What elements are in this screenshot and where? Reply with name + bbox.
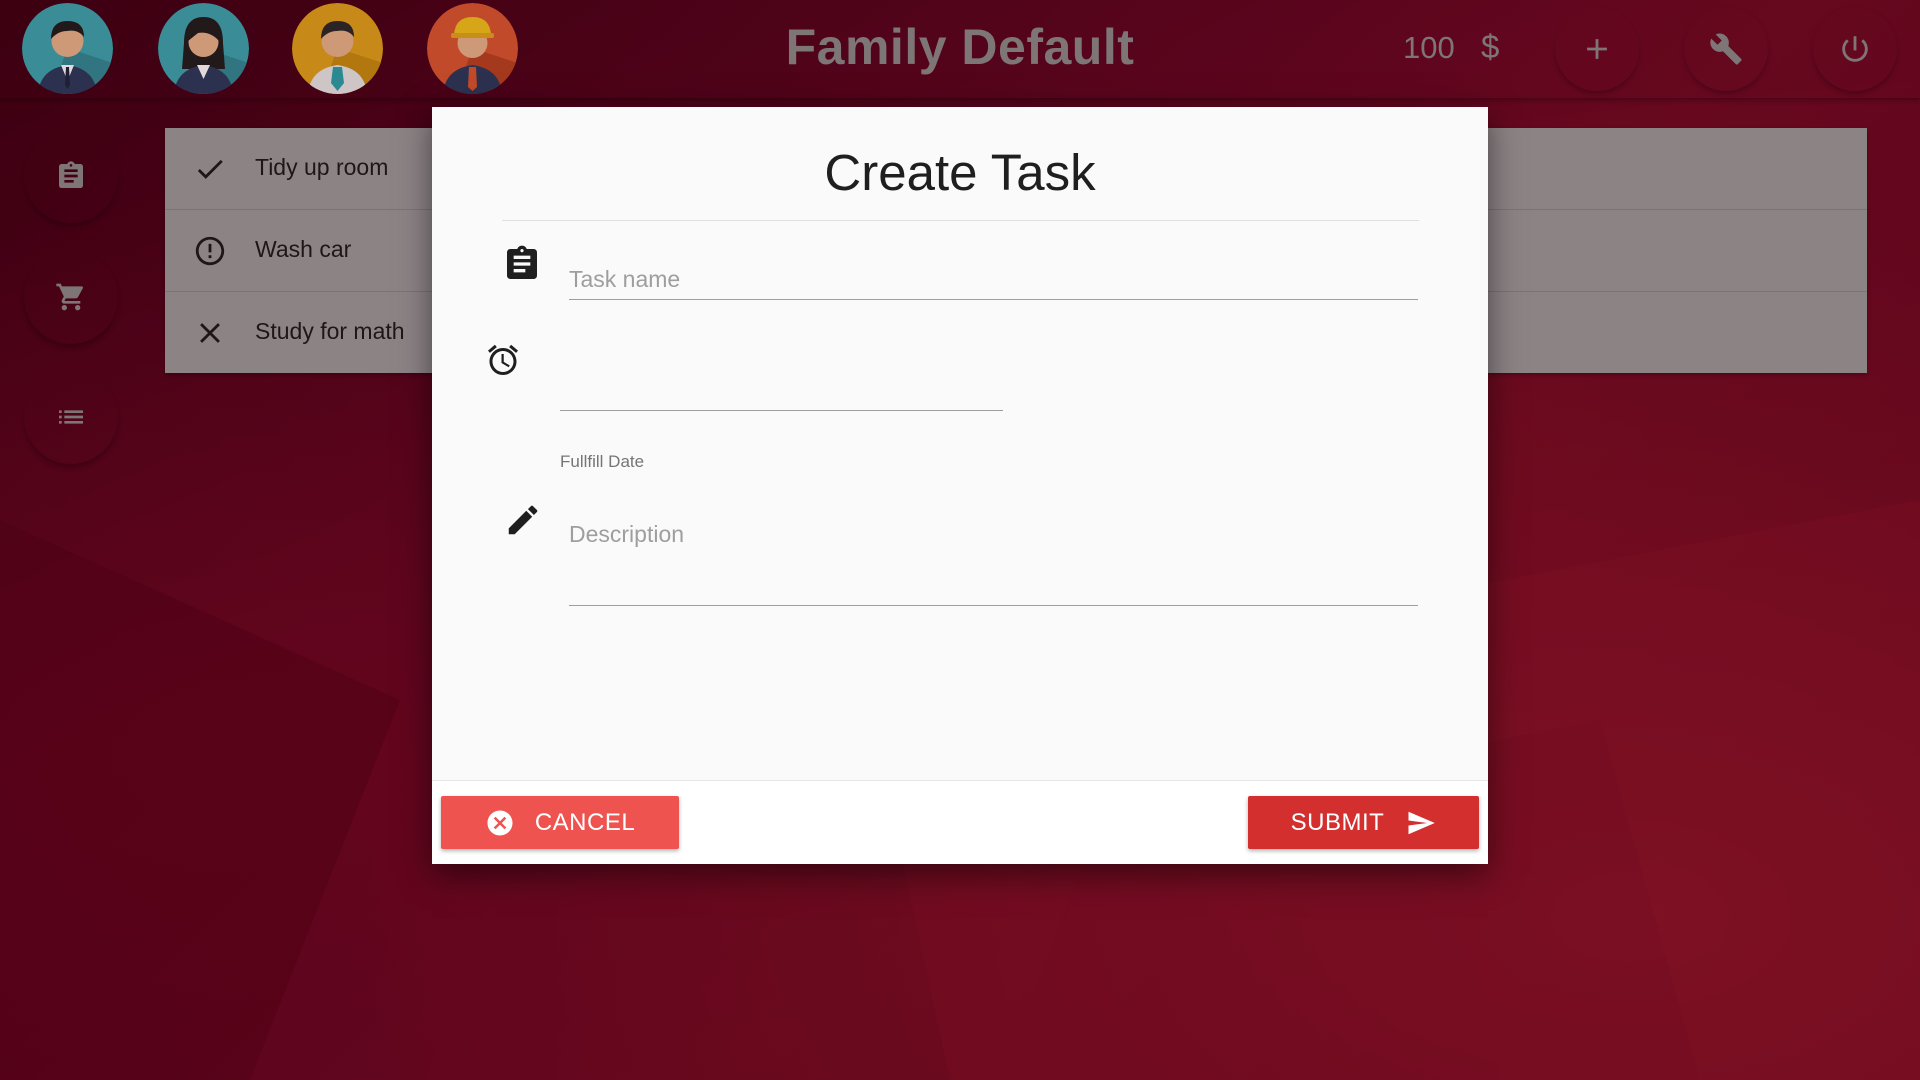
cancel-label: CANCEL [534, 808, 636, 836]
clipboard-icon [507, 245, 537, 279]
submit-button[interactable]: SUBMIT [1248, 796, 1479, 849]
fulfill-date-label: Fullfill Date [560, 452, 645, 471]
dialog-title: Create Task [824, 144, 1096, 201]
description-input[interactable] [569, 514, 1418, 606]
send-icon [1408, 811, 1436, 834]
dialog-footer: CANCEL SUBMIT [432, 780, 1488, 864]
cancel-button[interactable]: CANCEL [441, 796, 679, 849]
create-task-dialog: Create Task Fullfill Date CANCEL SUBMIT [432, 107, 1488, 864]
pencil-icon [508, 505, 538, 535]
alarm-clock-icon [488, 344, 518, 375]
fulfill-date-input[interactable] [560, 410, 1003, 411]
title-divider [502, 220, 1419, 221]
submit-label: SUBMIT [1290, 808, 1385, 836]
task-name-input[interactable] [569, 259, 1418, 300]
cancel-circle-icon [487, 810, 513, 835]
